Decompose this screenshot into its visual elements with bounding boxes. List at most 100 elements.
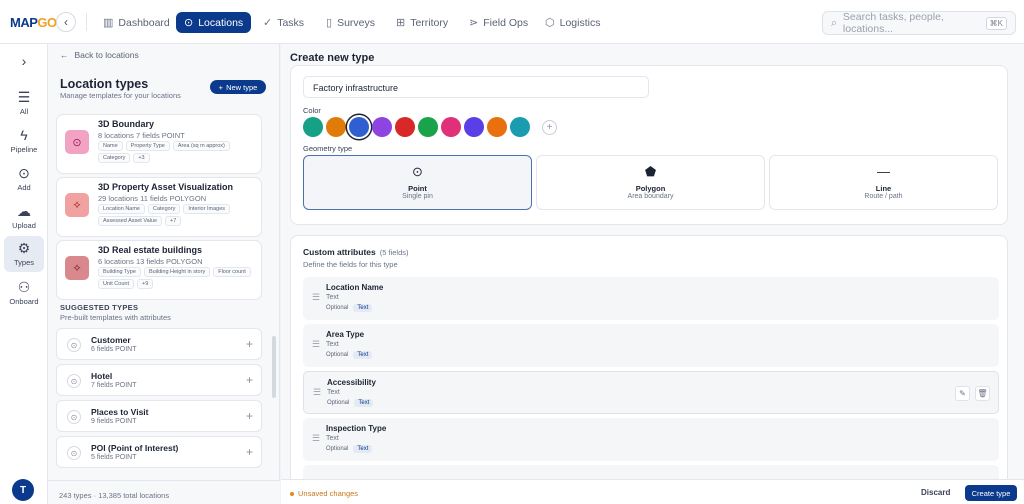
geometry-option-polygon[interactable]: ⬟ Polygon Area boundary xyxy=(536,155,765,210)
rail-item-pipeline[interactable]: ϟ Pipeline xyxy=(4,128,44,154)
suggested-type-hotel[interactable]: ⊙ Hotel 7 fields POINT + xyxy=(56,364,262,396)
rail-item-add[interactable]: ⊙ Add xyxy=(4,166,44,192)
suggested-name: Places to Visit xyxy=(91,407,149,417)
color-swatch-pink[interactable] xyxy=(441,117,461,137)
nav-locations[interactable]: ⊙ Locations xyxy=(176,12,252,33)
optional-badge: Optional xyxy=(326,305,349,311)
color-swatch-teal[interactable] xyxy=(303,117,323,137)
suggested-meta: 6 fields POINT xyxy=(91,346,137,353)
color-swatch-purple[interactable] xyxy=(372,117,392,137)
drag-handle-icon[interactable]: ☰ xyxy=(312,292,320,303)
suggested-name: Customer xyxy=(91,335,131,345)
type-tags: Building Type Building Height in story F… xyxy=(98,267,258,289)
attribute-row-hovered[interactable]: ☰ Accessibility Text Optional Text ✎ 🗑 xyxy=(303,371,999,414)
attribute-row[interactable]: ☰ Inspection Type Text Optional Text xyxy=(303,418,999,461)
add-suggested-button[interactable]: + xyxy=(246,373,253,387)
rail-label: Pipeline xyxy=(10,145,38,154)
attribute-actions: ✎ 🗑 xyxy=(955,386,990,401)
nav-field-ops[interactable]: ⋗ Field Ops xyxy=(461,12,536,33)
type-badge: Text xyxy=(353,445,373,453)
attribute-type: Text xyxy=(326,294,339,301)
rail-item-types[interactable]: ⚙ Types xyxy=(4,236,44,272)
suggested-type-poi[interactable]: ⊙ POI (Point of Interest) 5 fields POINT… xyxy=(56,436,262,468)
app-logo[interactable]: MAPGO xyxy=(10,15,57,30)
type-tags: Location Name Category Interior Images A… xyxy=(98,204,258,226)
location-type-card[interactable]: ⟡ 3D Property Asset Visualization 29 loc… xyxy=(56,177,262,237)
box-icon: ⬡ xyxy=(545,17,555,29)
field-tag: Assessed Asset Value xyxy=(98,216,163,226)
type-meta: 8 locations 7 fields POINT xyxy=(98,131,185,140)
list-icon: ☰ xyxy=(17,89,31,105)
add-color-button[interactable]: + xyxy=(542,120,557,135)
geometry-label: Geometry type xyxy=(303,144,353,153)
suggested-types-subtitle: Pre-built templates with attributes xyxy=(60,313,171,322)
color-swatch-dark-orange[interactable] xyxy=(487,117,507,137)
attribute-badges: Optional Text xyxy=(326,351,373,359)
unsaved-changes-indicator: Unsaved changes xyxy=(290,489,358,498)
trash-icon[interactable]: 🗑 xyxy=(975,386,990,401)
discard-button[interactable]: Discard xyxy=(921,488,950,497)
geometry-sub: Area boundary xyxy=(627,193,674,200)
optional-badge: Optional xyxy=(327,400,350,406)
color-swatch-indigo[interactable] xyxy=(464,117,484,137)
nav-logistics[interactable]: ⬡ Logistics xyxy=(537,12,608,33)
new-type-button[interactable]: + New type xyxy=(210,80,266,94)
field-tag: Floor count xyxy=(213,267,251,277)
global-search[interactable]: ⌕ Search tasks, people, locations... ⌘K xyxy=(822,11,1016,35)
field-tag: Building Type xyxy=(98,267,141,277)
drag-handle-icon[interactable]: ☰ xyxy=(313,387,321,398)
rail-item-upload[interactable]: ☁ Upload xyxy=(4,204,44,230)
avatar[interactable]: T xyxy=(12,479,34,501)
plus-icon: + xyxy=(246,409,254,423)
bar-chart-icon: ▥ xyxy=(103,17,114,29)
rail-expand[interactable]: › xyxy=(4,54,44,68)
status-dot-icon xyxy=(290,491,294,496)
nav-label: Surveys xyxy=(337,16,375,29)
attribute-row[interactable]: ☰ Area Type Text Optional Text xyxy=(303,324,999,367)
color-swatch-red[interactable] xyxy=(395,117,415,137)
add-suggested-button[interactable]: + xyxy=(246,337,253,351)
nav-back-button[interactable]: ‹ xyxy=(56,12,76,32)
edit-icon[interactable]: ✎ xyxy=(955,386,970,401)
suggested-scrollbar[interactable] xyxy=(272,336,276,398)
attribute-row[interactable]: ☰ Location Name Text Optional Text xyxy=(303,277,999,320)
custom-attributes-card: Custom attributes (5 fields) Define the f… xyxy=(290,235,1008,485)
rail-item-onboard[interactable]: ⚇ Onboard xyxy=(4,280,44,306)
nav-tasks[interactable]: ✓ Tasks xyxy=(255,12,312,33)
nav-label: Logistics xyxy=(559,16,601,29)
nav-label: Territory xyxy=(410,16,449,29)
search-shortcut: ⌘K xyxy=(985,16,1007,30)
create-type-button[interactable]: Create type xyxy=(965,485,1017,501)
type-tags: Name Property Type Area (sq m approx) Ca… xyxy=(98,141,258,163)
suggested-type-places-to-visit[interactable]: ⊙ Places to Visit 9 fields POINT + xyxy=(56,400,262,432)
app-root: MAPGO ‹ ▥ Dashboard ⊙ Locations ✓ Tasks ▯ Su… xyxy=(0,0,1024,504)
back-to-locations-link[interactable]: ← Back to locations xyxy=(60,50,139,60)
geometry-option-line[interactable]: — Line Route / path xyxy=(769,155,998,210)
color-swatch-cyan[interactable] xyxy=(510,117,530,137)
geometry-sub: Single pin xyxy=(402,193,433,200)
location-type-card[interactable]: ⊙ 3D Boundary 8 locations 7 fields POINT… xyxy=(56,114,262,174)
suggested-type-customer[interactable]: ⊙ Customer 6 fields POINT + xyxy=(56,328,262,360)
field-tag: Name xyxy=(98,141,123,151)
plus-icon: + xyxy=(246,373,254,387)
side-rail: › ☰ All ϟ Pipeline ⊙ Add ☁ Upload ⚙ Types ⚇ On… xyxy=(0,44,48,504)
rail-item-all[interactable]: ☰ All xyxy=(4,90,44,116)
type-name: 3D Real estate buildings xyxy=(98,245,203,255)
geometry-option-point[interactable]: ⊙ Point Single pin xyxy=(303,155,532,210)
new-type-label: New type xyxy=(226,82,258,92)
nav-dashboard[interactable]: ▥ Dashboard xyxy=(95,12,178,33)
drag-handle-icon[interactable]: ☰ xyxy=(312,339,320,350)
add-suggested-button[interactable]: + xyxy=(246,445,253,459)
color-swatch-blue-selected[interactable] xyxy=(349,117,369,137)
color-swatch-green[interactable] xyxy=(418,117,438,137)
nav-surveys[interactable]: ▯ Surveys xyxy=(318,12,383,33)
chevron-right-icon: › xyxy=(21,53,27,69)
location-type-card[interactable]: ⟡ 3D Real estate buildings 6 locations 1… xyxy=(56,240,262,300)
drag-handle-icon[interactable]: ☰ xyxy=(312,433,320,444)
nav-territory[interactable]: ⊞ Territory xyxy=(388,12,456,33)
add-suggested-button[interactable]: + xyxy=(246,409,253,423)
map-pin-icon: ⊙ xyxy=(412,164,423,179)
search-input[interactable]: Search tasks, people, locations... xyxy=(843,11,980,35)
color-swatch-orange[interactable] xyxy=(326,117,346,137)
type-name-input[interactable]: Factory infrastructure xyxy=(303,76,649,98)
